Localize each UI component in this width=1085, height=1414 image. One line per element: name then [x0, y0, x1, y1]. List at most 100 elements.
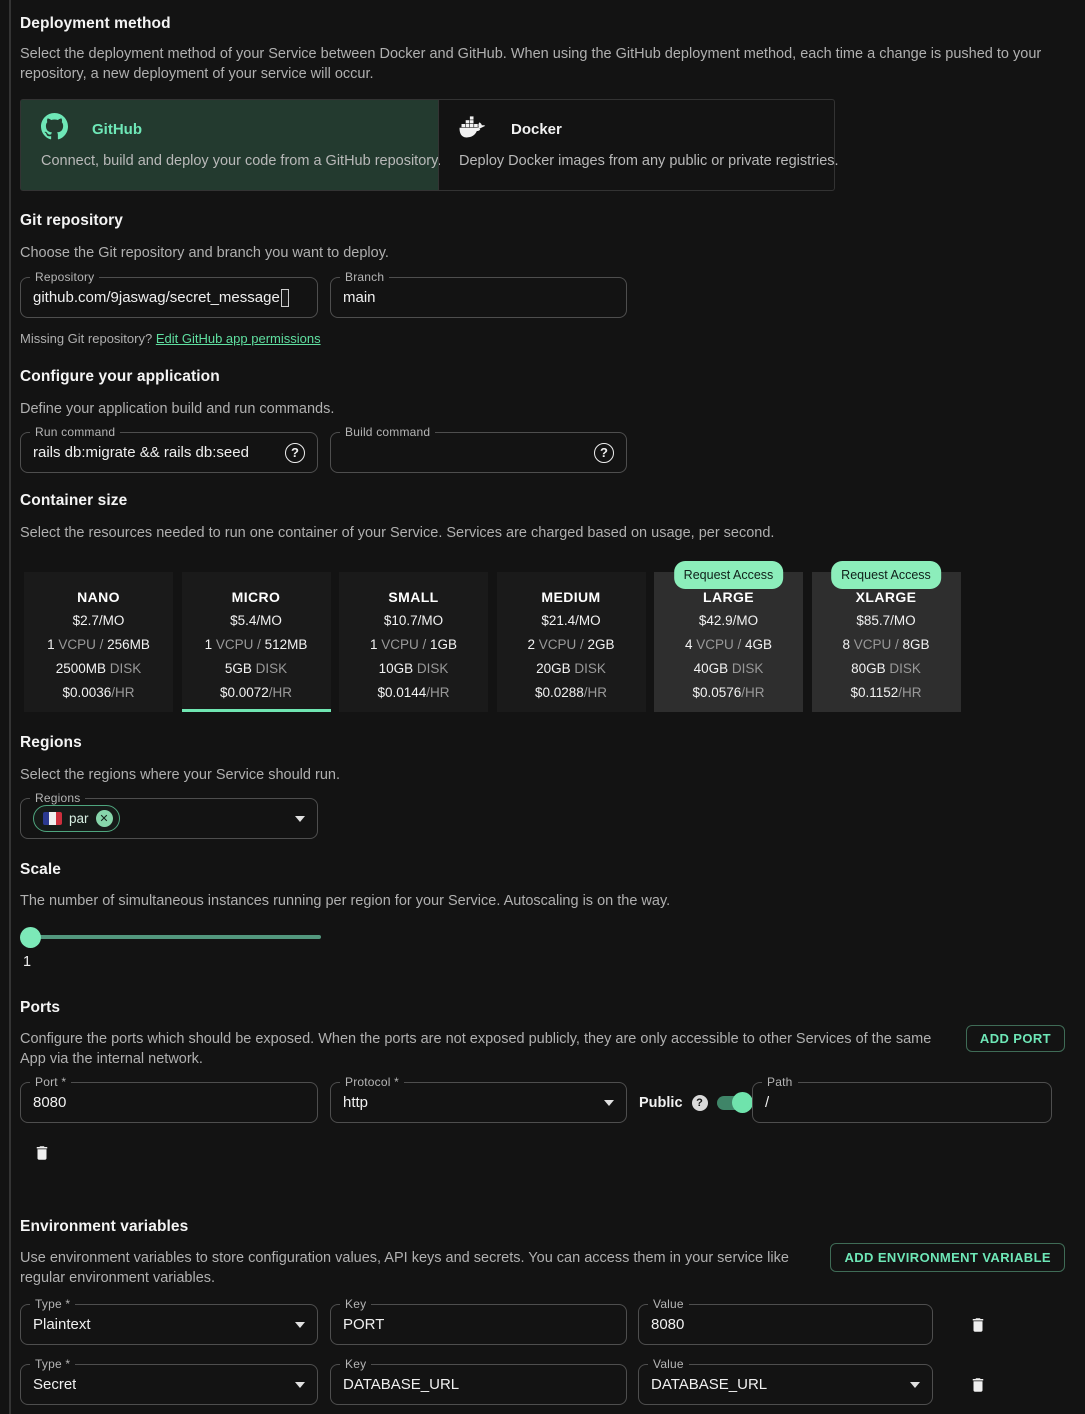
- deployment-option-github[interactable]: GitHub Connect, build and deploy your co…: [21, 100, 438, 190]
- size-name: NANO: [77, 585, 120, 609]
- add-port-button[interactable]: ADD PORT: [966, 1025, 1065, 1052]
- port-label: Port *: [30, 1075, 71, 1089]
- repository-input[interactable]: Repository github.com/9jaswag/secret_mes…: [20, 277, 318, 318]
- path-value: /: [765, 1094, 769, 1111]
- path-input[interactable]: Path /: [752, 1082, 1052, 1123]
- add-environment-variable-button[interactable]: ADD ENVIRONMENT VARIABLE: [830, 1243, 1065, 1272]
- env-type-label: Type *: [30, 1357, 75, 1371]
- deployment-method-options: GitHub Connect, build and deploy your co…: [20, 99, 835, 191]
- scale-slider[interactable]: [20, 927, 340, 947]
- build-command-label: Build command: [340, 425, 435, 439]
- chevron-down-icon: [604, 1100, 614, 1106]
- env-type-value: Secret: [33, 1376, 76, 1393]
- size-card-medium[interactable]: MEDIUM $21.4/MO 2 VCPU / 2GB 20GB DISK $…: [497, 572, 646, 712]
- env-type-label: Type *: [30, 1297, 75, 1311]
- size-card-small[interactable]: SMALL $10.7/MO 1 VCPU / 1GB 10GB DISK $0…: [339, 572, 488, 712]
- size-name: MICRO: [232, 585, 281, 609]
- env-key-value: DATABASE_URL: [343, 1376, 459, 1393]
- region-chip-label: par: [69, 811, 89, 826]
- env-key-input[interactable]: Key PORT: [330, 1304, 627, 1345]
- scale-value: 1: [23, 954, 1065, 970]
- scale-slider-track[interactable]: [21, 935, 321, 939]
- size-disk: 40GB DISK: [694, 657, 764, 681]
- size-card-large[interactable]: Request Access LARGE $42.9/MO 4 VCPU / 4…: [654, 572, 803, 712]
- remove-region-icon[interactable]: ✕: [96, 810, 113, 827]
- configure-application-title: Configure your application: [20, 368, 1065, 386]
- run-command-help-icon[interactable]: ?: [285, 443, 305, 463]
- regions-title: Regions: [20, 734, 1065, 752]
- docker-option-description: Deploy Docker images from any public or …: [449, 153, 825, 169]
- request-access-badge[interactable]: Request Access: [674, 561, 784, 589]
- branch-label: Branch: [340, 270, 389, 284]
- git-repository-description: Choose the Git repository and branch you…: [20, 243, 1065, 263]
- size-name: MEDIUM: [541, 585, 600, 609]
- scale-slider-thumb[interactable]: [20, 927, 41, 948]
- env-var-row: Type * Secret Key DATABASE_URL Value DAT…: [20, 1364, 1065, 1405]
- deployment-method-description: Select the deployment method of your Ser…: [20, 44, 1060, 84]
- ports-description: Configure the ports which should be expo…: [20, 1029, 955, 1069]
- scale-title: Scale: [20, 861, 1065, 879]
- branch-value: main: [343, 289, 376, 306]
- size-hourly: $0.0288/HR: [535, 681, 607, 705]
- delete-port-button[interactable]: [33, 1142, 53, 1164]
- edit-github-permissions-link[interactable]: Edit GitHub app permissions: [156, 331, 321, 346]
- regions-select[interactable]: Regions par ✕: [20, 798, 318, 839]
- public-label: Public: [639, 1095, 683, 1111]
- size-cpu-ram: 2 VCPU / 2GB: [527, 633, 614, 657]
- chevron-down-icon: [295, 1322, 305, 1328]
- size-hourly: $0.0036/HR: [62, 681, 134, 705]
- env-type-select[interactable]: Type * Secret: [20, 1364, 318, 1405]
- request-access-badge[interactable]: Request Access: [831, 561, 941, 589]
- env-value-input[interactable]: Value 8080: [638, 1304, 933, 1345]
- env-type-value: Plaintext: [33, 1316, 91, 1333]
- env-value-select[interactable]: Value DATABASE_URL: [638, 1364, 933, 1405]
- container-size-options: NANO $2.7/MO 1 VCPU / 256MB 2500MB DISK …: [24, 572, 1065, 712]
- env-value-value: 8080: [651, 1316, 684, 1333]
- scale-description: The number of simultaneous instances run…: [20, 891, 1065, 911]
- size-monthly: $21.4/MO: [541, 609, 600, 633]
- size-monthly: $85.7/MO: [856, 609, 915, 633]
- repository-value: github.com/9jaswag/secret_message: [33, 289, 280, 306]
- path-label: Path: [762, 1075, 798, 1089]
- port-input[interactable]: Port * 8080: [20, 1082, 318, 1123]
- env-key-input[interactable]: Key DATABASE_URL: [330, 1364, 627, 1405]
- run-command-input[interactable]: Run command rails db:migrate && rails db…: [20, 432, 318, 473]
- size-card-xlarge[interactable]: Request Access XLARGE $85.7/MO 8 VCPU / …: [812, 572, 961, 712]
- protocol-select[interactable]: Protocol * http: [330, 1082, 627, 1123]
- chevron-down-icon: [295, 1382, 305, 1388]
- regions-field-label: Regions: [30, 791, 85, 805]
- docker-option-label: Docker: [511, 121, 562, 138]
- env-value-label: Value: [648, 1297, 689, 1311]
- france-flag-icon: [43, 812, 62, 825]
- run-command-value: rails db:migrate && rails db:seed: [33, 444, 249, 461]
- deployment-option-docker[interactable]: Docker Deploy Docker images from any pub…: [438, 100, 835, 190]
- size-monthly: $10.7/MO: [384, 609, 443, 633]
- size-cpu-ram: 8 VCPU / 8GB: [842, 633, 929, 657]
- github-icon: [41, 113, 68, 145]
- delete-env-var-button[interactable]: [969, 1314, 989, 1336]
- build-command-input[interactable]: Build command ?: [330, 432, 627, 473]
- size-name: SMALL: [388, 585, 438, 609]
- deployment-method-title: Deployment method: [20, 15, 1065, 33]
- delete-env-var-button[interactable]: [969, 1374, 989, 1396]
- env-type-select[interactable]: Type * Plaintext: [20, 1304, 318, 1345]
- configure-application-description: Define your application build and run co…: [20, 399, 1065, 419]
- region-chip-par[interactable]: par ✕: [33, 805, 120, 832]
- regions-description: Select the regions where your Service sh…: [20, 765, 1065, 785]
- size-hourly: $0.0144/HR: [377, 681, 449, 705]
- public-help-icon[interactable]: ?: [692, 1095, 708, 1111]
- size-disk: 5GB DISK: [225, 657, 287, 681]
- git-repository-title: Git repository: [20, 212, 1065, 230]
- missing-repo-text: Missing Git repository?: [20, 331, 152, 346]
- size-card-micro[interactable]: MICRO $5.4/MO 1 VCPU / 512MB 5GB DISK $0…: [182, 572, 331, 712]
- text-cursor: [281, 289, 289, 307]
- size-cpu-ram: 1 VCPU / 256MB: [47, 633, 150, 657]
- size-cpu-ram: 1 VCPU / 1GB: [370, 633, 457, 657]
- build-command-help-icon[interactable]: ?: [594, 443, 614, 463]
- size-disk: 2500MB DISK: [56, 657, 142, 681]
- protocol-value: http: [343, 1094, 368, 1111]
- env-value-label: Value: [648, 1357, 689, 1371]
- size-card-nano[interactable]: NANO $2.7/MO 1 VCPU / 256MB 2500MB DISK …: [24, 572, 173, 712]
- public-toggle[interactable]: [717, 1092, 753, 1113]
- branch-input[interactable]: Branch main: [330, 277, 627, 318]
